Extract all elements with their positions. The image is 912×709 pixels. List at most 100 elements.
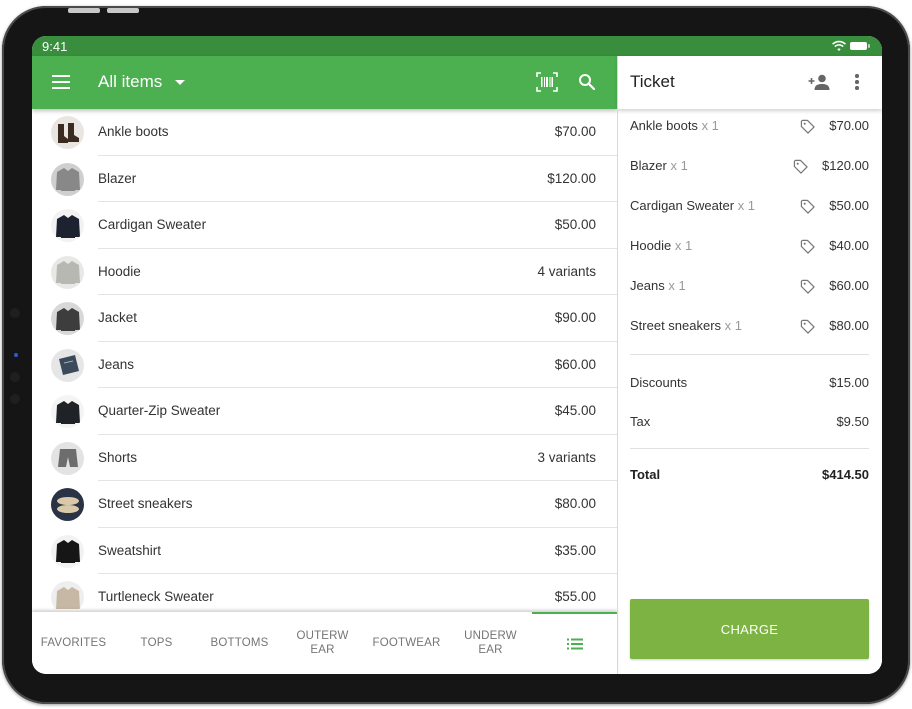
- item-thumbnail: [51, 162, 84, 196]
- camera-dot: [10, 308, 20, 318]
- item-name: Cardigan Sweater: [98, 217, 207, 232]
- add-customer-icon[interactable]: [808, 74, 830, 90]
- tab-label: OUTERW EAR: [296, 630, 349, 656]
- item-name: Blazer: [98, 170, 137, 186]
- ticket-line[interactable]: Jeans x 1 $60.00: [618, 269, 882, 309]
- tab-label: FAVORITES: [40, 637, 107, 649]
- item-price: 4 variants: [537, 263, 596, 279]
- ticket-app-bar: Ticket: [618, 56, 882, 109]
- item-price: $35.00: [554, 542, 596, 558]
- tab-bottoms[interactable]: BOTTOMS: [198, 612, 281, 674]
- ticket-line-qty: x 1: [724, 318, 743, 333]
- tab-favorites[interactable]: FAVORITES: [32, 612, 115, 674]
- total-label: Total: [630, 467, 661, 482]
- tab-outerwear[interactable]: OUTERW EAR: [281, 612, 364, 674]
- tag-icon: [800, 279, 815, 294]
- item-name: Quarter-Zip Sweater: [98, 403, 221, 418]
- ticket-line-qty: x 1: [668, 278, 686, 293]
- item-row[interactable]: Jacket $90.00: [32, 295, 617, 342]
- charge-button[interactable]: CHARGE: [630, 599, 869, 659]
- item-thumbnail: [51, 348, 84, 382]
- ticket-line-qty: x 1: [737, 198, 756, 213]
- item-name: Sweatshirt: [98, 542, 162, 558]
- ticket-lines: Ankle boots x 1 $70.00 Blazer x 1 $120.00 Ca…: [618, 109, 882, 349]
- tab-footwear[interactable]: FOOTWEAR: [364, 612, 449, 674]
- item-row[interactable]: Blazer $120.00: [32, 156, 617, 202]
- item-name: Street sneakers: [98, 496, 193, 511]
- item-thumbnail: [51, 441, 84, 475]
- item-row[interactable]: Street sneakers $80.00: [32, 481, 617, 528]
- ticket-line-amount: $120.00: [822, 158, 869, 173]
- item-name: Turtleneck Sweater: [98, 589, 214, 604]
- tab-underwear[interactable]: UNDERW EAR: [449, 612, 532, 674]
- tab-label: TOPS: [140, 637, 173, 649]
- item-name: Hoodie: [98, 263, 141, 279]
- item-row[interactable]: Shorts 3 variants: [32, 435, 617, 481]
- battery-icon: [850, 42, 870, 50]
- tab-list-icon[interactable]: [532, 612, 617, 674]
- camera-led: [14, 353, 18, 357]
- ticket-line[interactable]: Ankle boots x 1 $70.00: [618, 109, 882, 149]
- item-row[interactable]: Hoodie 4 variants: [32, 249, 617, 295]
- ticket-line-qty: x 1: [670, 158, 688, 173]
- item-thumbnail: [51, 488, 84, 521]
- ticket-line-name: Hoodie: [630, 238, 672, 253]
- divider: [630, 448, 869, 449]
- tab-label: UNDERW EAR: [464, 630, 517, 656]
- volume-button: [107, 8, 139, 13]
- sensor-dot: [10, 394, 20, 404]
- item-name: Shorts: [98, 449, 138, 465]
- tag-icon: [800, 239, 815, 254]
- item-price: $50.00: [554, 217, 596, 232]
- ticket-line[interactable]: Cardigan Sweater x 1 $50.00: [618, 189, 882, 229]
- item-row[interactable]: Quarter-Zip Sweater $45.00: [32, 388, 617, 435]
- item-row[interactable]: Sweatshirt $35.00: [32, 528, 617, 574]
- tax-value: $9.50: [836, 414, 869, 429]
- item-price: $45.00: [554, 403, 596, 418]
- tab-label: FOOTWEAR: [372, 637, 441, 649]
- ticket-line-qty: x 1: [701, 118, 719, 133]
- item-row[interactable]: Turtleneck Sweater $55.00: [32, 574, 617, 609]
- ticket-pane: Ticket Ankle boots x 1 $70.00 Blazer x 1 $1…: [618, 56, 882, 674]
- ticket-line-amount: $80.00: [829, 318, 869, 333]
- menu-icon[interactable]: [52, 75, 70, 89]
- category-selector[interactable]: All items: [98, 72, 162, 92]
- tax-label: Tax: [630, 414, 651, 429]
- ticket-line[interactable]: Street sneakers x 1 $80.00: [618, 309, 882, 349]
- items-app-bar: All items: [32, 56, 617, 109]
- item-price: $80.00: [554, 496, 596, 511]
- item-thumbnail: [51, 534, 84, 568]
- item-thumbnail: [51, 255, 84, 289]
- item-row[interactable]: Jeans $60.00: [32, 342, 617, 388]
- item-thumbnail: [51, 209, 84, 242]
- tab-tops[interactable]: TOPS: [115, 612, 198, 674]
- category-tabs: FAVORITES TOPS BOTTOMS OUTERW EAR FOOTWEAR UN…: [32, 612, 617, 674]
- screen: 9:41 All items Ankle boots $70.00 Blazer…: [32, 36, 882, 674]
- chevron-down-icon[interactable]: [175, 80, 185, 85]
- ticket-line-amount: $60.00: [829, 278, 869, 293]
- tag-icon: [800, 119, 815, 134]
- ticket-line-amount: $40.00: [829, 238, 869, 253]
- ticket-line-amount: $70.00: [829, 118, 869, 133]
- item-thumbnail: [51, 395, 84, 428]
- tag-icon: [800, 199, 815, 214]
- search-icon[interactable]: [578, 73, 596, 91]
- item-price: $70.00: [554, 124, 596, 139]
- barcode-icon[interactable]: [536, 72, 558, 92]
- status-bar: 9:41: [32, 36, 882, 56]
- ticket-line-name: Jeans: [630, 278, 665, 293]
- more-vert-icon[interactable]: [855, 74, 859, 90]
- ticket-title: Ticket: [630, 72, 675, 91]
- items-pane: All items Ankle boots $70.00 Blazer $120.00…: [32, 56, 617, 674]
- item-name: Ankle boots: [98, 124, 169, 139]
- item-price: $90.00: [554, 310, 596, 325]
- item-thumbnail: [51, 581, 84, 609]
- ticket-line-name: Blazer: [630, 158, 667, 173]
- item-row[interactable]: Ankle boots $70.00: [32, 109, 617, 156]
- item-row[interactable]: Cardigan Sweater $50.00: [32, 202, 617, 249]
- item-price: 3 variants: [537, 449, 596, 465]
- ticket-line[interactable]: Blazer x 1 $120.00: [618, 149, 882, 189]
- list-icon: [566, 638, 583, 650]
- ticket-line[interactable]: Hoodie x 1 $40.00: [618, 229, 882, 269]
- status-time: 9:41: [42, 39, 68, 54]
